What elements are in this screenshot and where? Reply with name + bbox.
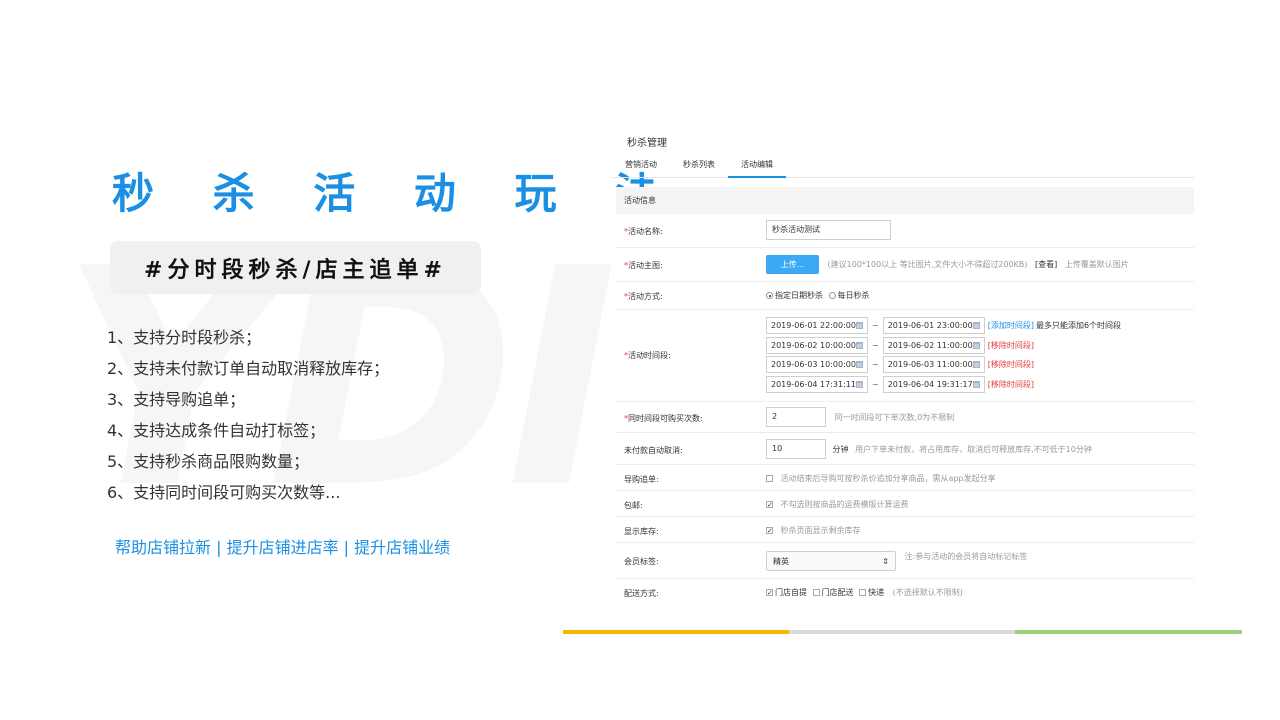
- add-period-link[interactable]: [添加时间段]: [988, 320, 1034, 331]
- member-tag-select[interactable]: 精英 ⇕: [766, 551, 896, 571]
- radio-fixed-date[interactable]: [766, 292, 773, 299]
- delivery-express-checkbox[interactable]: [859, 589, 867, 596]
- select-arrow-icon: ⇕: [882, 556, 889, 566]
- calendar-icon[interactable]: [972, 380, 980, 388]
- remove-period-link[interactable]: [移除时间段]: [988, 359, 1034, 370]
- row-show-stock: 显示库存: ✓ 秒杀页面显示剩余库存: [616, 517, 1194, 543]
- show-stock-hint: 秒杀页面显示剩余库存: [780, 526, 861, 535]
- activity-mode-label: 活动方式:: [628, 292, 663, 301]
- radio-daily[interactable]: [828, 292, 836, 299]
- free-shipping-label: 包邮:: [624, 501, 643, 510]
- calendar-icon[interactable]: [855, 322, 863, 330]
- period-start-input[interactable]: 2019-06-04 17:31:11: [766, 375, 868, 393]
- period-limit-note: 最多只能添加6个时间段: [1035, 321, 1122, 331]
- accent-bar-green: [1015, 630, 1242, 634]
- view-image-link[interactable]: [查看]: [1035, 260, 1057, 269]
- row-activity-mode: *活动方式: 指定日期秒杀 每日秒杀: [616, 282, 1194, 310]
- tagline: 帮助店铺拉新 | 提升店铺进店率 | 提升店铺业绩: [115, 538, 451, 557]
- guide-label: 导购追单:: [624, 475, 659, 484]
- period-end-input[interactable]: 2019-06-03 11:00:00: [882, 356, 985, 374]
- flash-sale-admin-panel: 秒杀管理 营销活动 秒杀列表 活动编辑 活动信息 *活动名称: 秒杀活动测试 *…: [612, 124, 1194, 604]
- delivery-hint: (不选择默认不限制): [892, 588, 963, 597]
- upload-hint-2: 上传覆盖默认图片: [1064, 260, 1129, 269]
- auto-cancel-unit: 分钟: [832, 444, 849, 454]
- tag-pill: #分时段秒杀/店主追单#: [110, 241, 481, 294]
- row-activity-name: *活动名称: 秒杀活动测试: [616, 214, 1194, 248]
- tab-flash-list[interactable]: 秒杀列表: [670, 154, 728, 178]
- remove-period-link[interactable]: [移除时间段]: [988, 379, 1034, 390]
- activity-image-label: 活动主图:: [628, 261, 663, 270]
- show-stock-label: 显示库存:: [624, 527, 659, 536]
- period-start-input[interactable]: 2019-06-03 10:00:00: [766, 356, 868, 374]
- row-auto-cancel: 未付款自动取消: 10 分钟 用户下单未付款，将占用库存，取消后可释放库存,不可…: [616, 433, 1194, 465]
- accent-bar-gray: [789, 630, 1015, 634]
- delivery-store-checkbox[interactable]: [812, 589, 820, 596]
- tab-marketing[interactable]: 营销活动: [612, 154, 670, 178]
- activity-periods-label: 活动时间段:: [628, 351, 671, 360]
- auto-cancel-hint: 用户下单未付款，将占用库存，取消后可释放库存,不可低于10分钟: [855, 444, 1092, 454]
- purchase-limit-hint: 同一时间段可下单次数,0为不限制: [834, 412, 955, 422]
- row-free-shipping: 包邮: ✓ 不勾选则按商品的运费模版计算运费: [616, 491, 1194, 517]
- auto-cancel-input[interactable]: 10: [766, 439, 826, 459]
- calendar-icon[interactable]: [855, 380, 863, 388]
- radio-daily-label: 每日秒杀: [837, 291, 870, 300]
- purchase-limit-input[interactable]: 2: [766, 407, 826, 427]
- period-end-input[interactable]: 2019-06-04 19:31:17: [882, 375, 985, 393]
- period-end-input[interactable]: 2019-06-02 11:00:00: [882, 336, 985, 354]
- period-start-input[interactable]: 2019-06-01 22:00:00: [766, 317, 868, 335]
- section-header: 活动信息: [616, 187, 1194, 214]
- guide-checkbox[interactable]: [766, 475, 773, 482]
- period-start-input[interactable]: 2019-06-02 10:00:00: [766, 336, 868, 354]
- free-shipping-checkbox[interactable]: ✓: [766, 501, 773, 509]
- feature-item: 4、支持达成条件自动打标签；: [107, 421, 326, 440]
- member-tag-hint: 注:参与活动的会员将自动标记标签: [904, 552, 1028, 561]
- calendar-icon[interactable]: [972, 322, 980, 330]
- row-guide-followup: 导购追单: 活动结束后导购可按秒杀价追加分享商品，需从app发起分享: [616, 465, 1194, 491]
- delivery-label: 配送方式:: [624, 589, 659, 598]
- feature-item: 3、支持导购追单；: [107, 390, 246, 409]
- purchase-limit-label: 同时间段可购买次数:: [628, 414, 703, 423]
- main-title: 秒 杀 活 动 玩 法: [112, 169, 680, 218]
- upload-hint: (建议100*100以上 等比图片,文件大小不得超过200KB): [827, 260, 1028, 269]
- feature-item: 6、支持同时间段可购买次数等...: [107, 483, 341, 502]
- upload-button[interactable]: 上传...: [766, 255, 819, 274]
- row-member-tag: 会员标签: 精英 ⇕ 注:参与活动的会员将自动标记标签: [616, 543, 1194, 579]
- row-purchase-limit: *同时间段可购买次数: 2 同一时间段可下单次数,0为不限制: [616, 402, 1194, 433]
- feature-item: 5、支持秒杀商品限购数量；: [107, 452, 310, 471]
- activity-name-label: 活动名称:: [628, 227, 663, 236]
- period-end-input[interactable]: 2019-06-01 23:00:00: [882, 317, 985, 335]
- row-activity-periods: *活动时间段: 2019-06-01 22:00:00 ~ 2019-06-01…: [616, 310, 1194, 402]
- remove-period-link[interactable]: [移除时间段]: [988, 340, 1034, 351]
- feature-item: 1、支持分时段秒杀；: [107, 328, 262, 347]
- period-row: 2019-06-02 10:00:00 ~ 2019-06-02 11:00:0…: [766, 336, 1121, 356]
- row-activity-image: *活动主图: 上传... (建议100*100以上 等比图片,文件大小不得超过2…: [616, 248, 1194, 282]
- feature-list: 1、支持分时段秒杀； 2、支持未付款订单自动取消释放库存； 3、支持导购追单； …: [107, 322, 389, 508]
- guide-hint: 活动结束后导购可按秒杀价追加分享商品，需从app发起分享: [780, 474, 996, 483]
- auto-cancel-label: 未付款自动取消:: [624, 446, 683, 455]
- tab-activity-edit[interactable]: 活动编辑: [728, 154, 786, 178]
- delivery-pickup-label: 门店自提: [775, 588, 807, 597]
- member-tag-label: 会员标签:: [624, 557, 659, 566]
- delivery-store-label: 门店配送: [821, 588, 854, 597]
- calendar-icon[interactable]: [972, 341, 980, 349]
- free-shipping-hint: 不勾选则按商品的运费模版计算运费: [780, 500, 909, 509]
- panel-title: 秒杀管理: [627, 138, 667, 149]
- period-row: 2019-06-04 17:31:11 ~ 2019-06-04 19:31:1…: [766, 375, 1121, 395]
- period-row: 2019-06-01 22:00:00 ~ 2019-06-01 23:00:0…: [766, 316, 1121, 336]
- row-delivery: 配送方式: ✓ 门店自提 门店配送 快递 (不选择默认不限制): [616, 579, 1194, 605]
- calendar-icon[interactable]: [855, 341, 863, 349]
- delivery-express-label: 快递: [868, 588, 885, 597]
- show-stock-checkbox[interactable]: ✓: [766, 527, 773, 535]
- radio-fixed-date-label: 指定日期秒杀: [775, 291, 823, 300]
- tab-bar: 营销活动 秒杀列表 活动编辑: [612, 154, 1194, 178]
- period-row: 2019-06-03 10:00:00 ~ 2019-06-03 11:00:0…: [766, 355, 1121, 375]
- feature-item: 2、支持未付款订单自动取消释放库存；: [107, 359, 390, 378]
- delivery-pickup-checkbox[interactable]: ✓: [766, 589, 773, 597]
- calendar-icon[interactable]: [972, 361, 980, 369]
- accent-bar-yellow: [563, 630, 789, 634]
- activity-name-input[interactable]: 秒杀活动测试: [766, 220, 891, 240]
- calendar-icon[interactable]: [855, 361, 863, 369]
